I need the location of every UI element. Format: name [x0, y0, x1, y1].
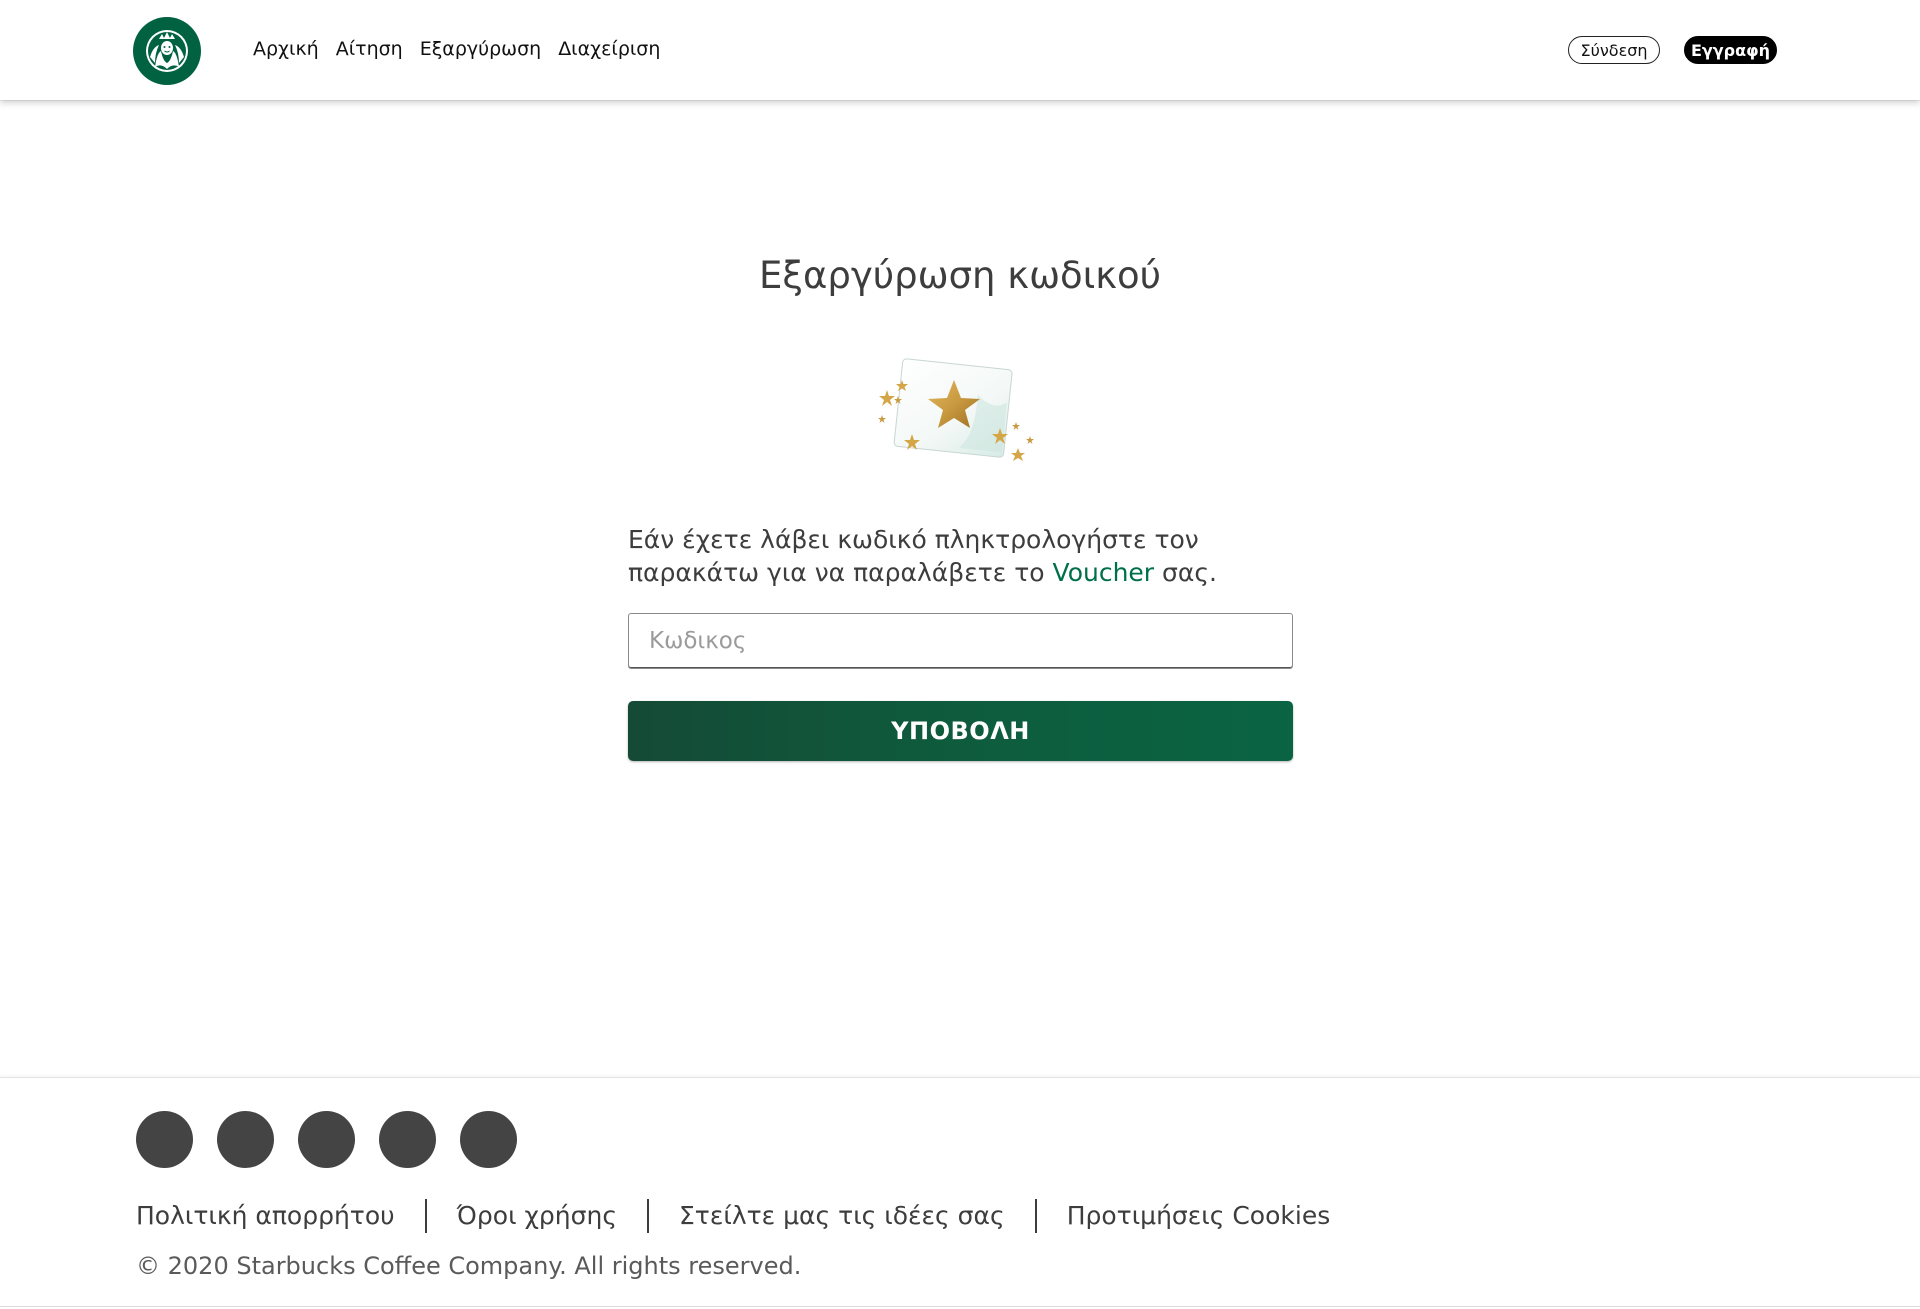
main-nav: Αρχική Αίτηση Εξαργύρωση Διαχείριση	[253, 37, 660, 61]
voucher-card-icon	[878, 358, 1034, 461]
login-button[interactable]: Σύνδεση	[1568, 36, 1660, 64]
social-icon-2[interactable]	[217, 1111, 274, 1168]
nav-item-redeem[interactable]: Εξαργύρωση	[420, 37, 541, 61]
nav-item-apply[interactable]: Αίτηση	[336, 37, 403, 61]
footer-divider	[1034, 1199, 1037, 1233]
cookie-preferences-link[interactable]: Προτιμήσεις Cookies	[1067, 1199, 1331, 1233]
page-title: Εξαργύρωση κωδικού	[758, 254, 1162, 297]
privacy-policy-link[interactable]: Πολιτική απορρήτου	[136, 1199, 395, 1233]
copyright-text: © 2020 Starbucks Coffee Company. All rig…	[136, 1252, 802, 1280]
footer-links: Πολιτική απορρήτου Όροι χρήσης Στείλτε μ…	[136, 1199, 1330, 1233]
terms-of-use-link[interactable]: Όροι χρήσης	[457, 1199, 617, 1233]
nav-item-home[interactable]: Αρχική	[253, 37, 319, 61]
footer-divider	[424, 1199, 427, 1233]
social-icon-5[interactable]	[460, 1111, 517, 1168]
nav-item-manage[interactable]: Διαχείριση	[558, 37, 660, 61]
site-header: Αρχική Αίτηση Εξαργύρωση Διαχείριση Σύνδ…	[0, 0, 1920, 100]
redeem-instructions: Εάν έχετε λάβει κωδικό πληκτρολογήστε το…	[628, 523, 1300, 589]
register-button[interactable]: Εγγραφή	[1684, 36, 1777, 64]
social-icon-1[interactable]	[136, 1111, 193, 1168]
social-links	[136, 1111, 517, 1168]
footer-bottom-border	[0, 1306, 1920, 1307]
code-input[interactable]	[628, 613, 1293, 669]
footer-divider	[647, 1199, 650, 1233]
instructions-text-end: σας.	[1154, 558, 1217, 587]
voucher-highlight: Voucher	[1052, 558, 1155, 587]
send-ideas-link[interactable]: Στείλτε μας τις ιδέες σας	[679, 1199, 1005, 1233]
submit-button[interactable]: ΥΠΟΒΟΛΗ	[628, 701, 1293, 761]
social-icon-4[interactable]	[379, 1111, 436, 1168]
starbucks-logo-icon[interactable]	[133, 17, 201, 85]
social-icon-3[interactable]	[298, 1111, 355, 1168]
